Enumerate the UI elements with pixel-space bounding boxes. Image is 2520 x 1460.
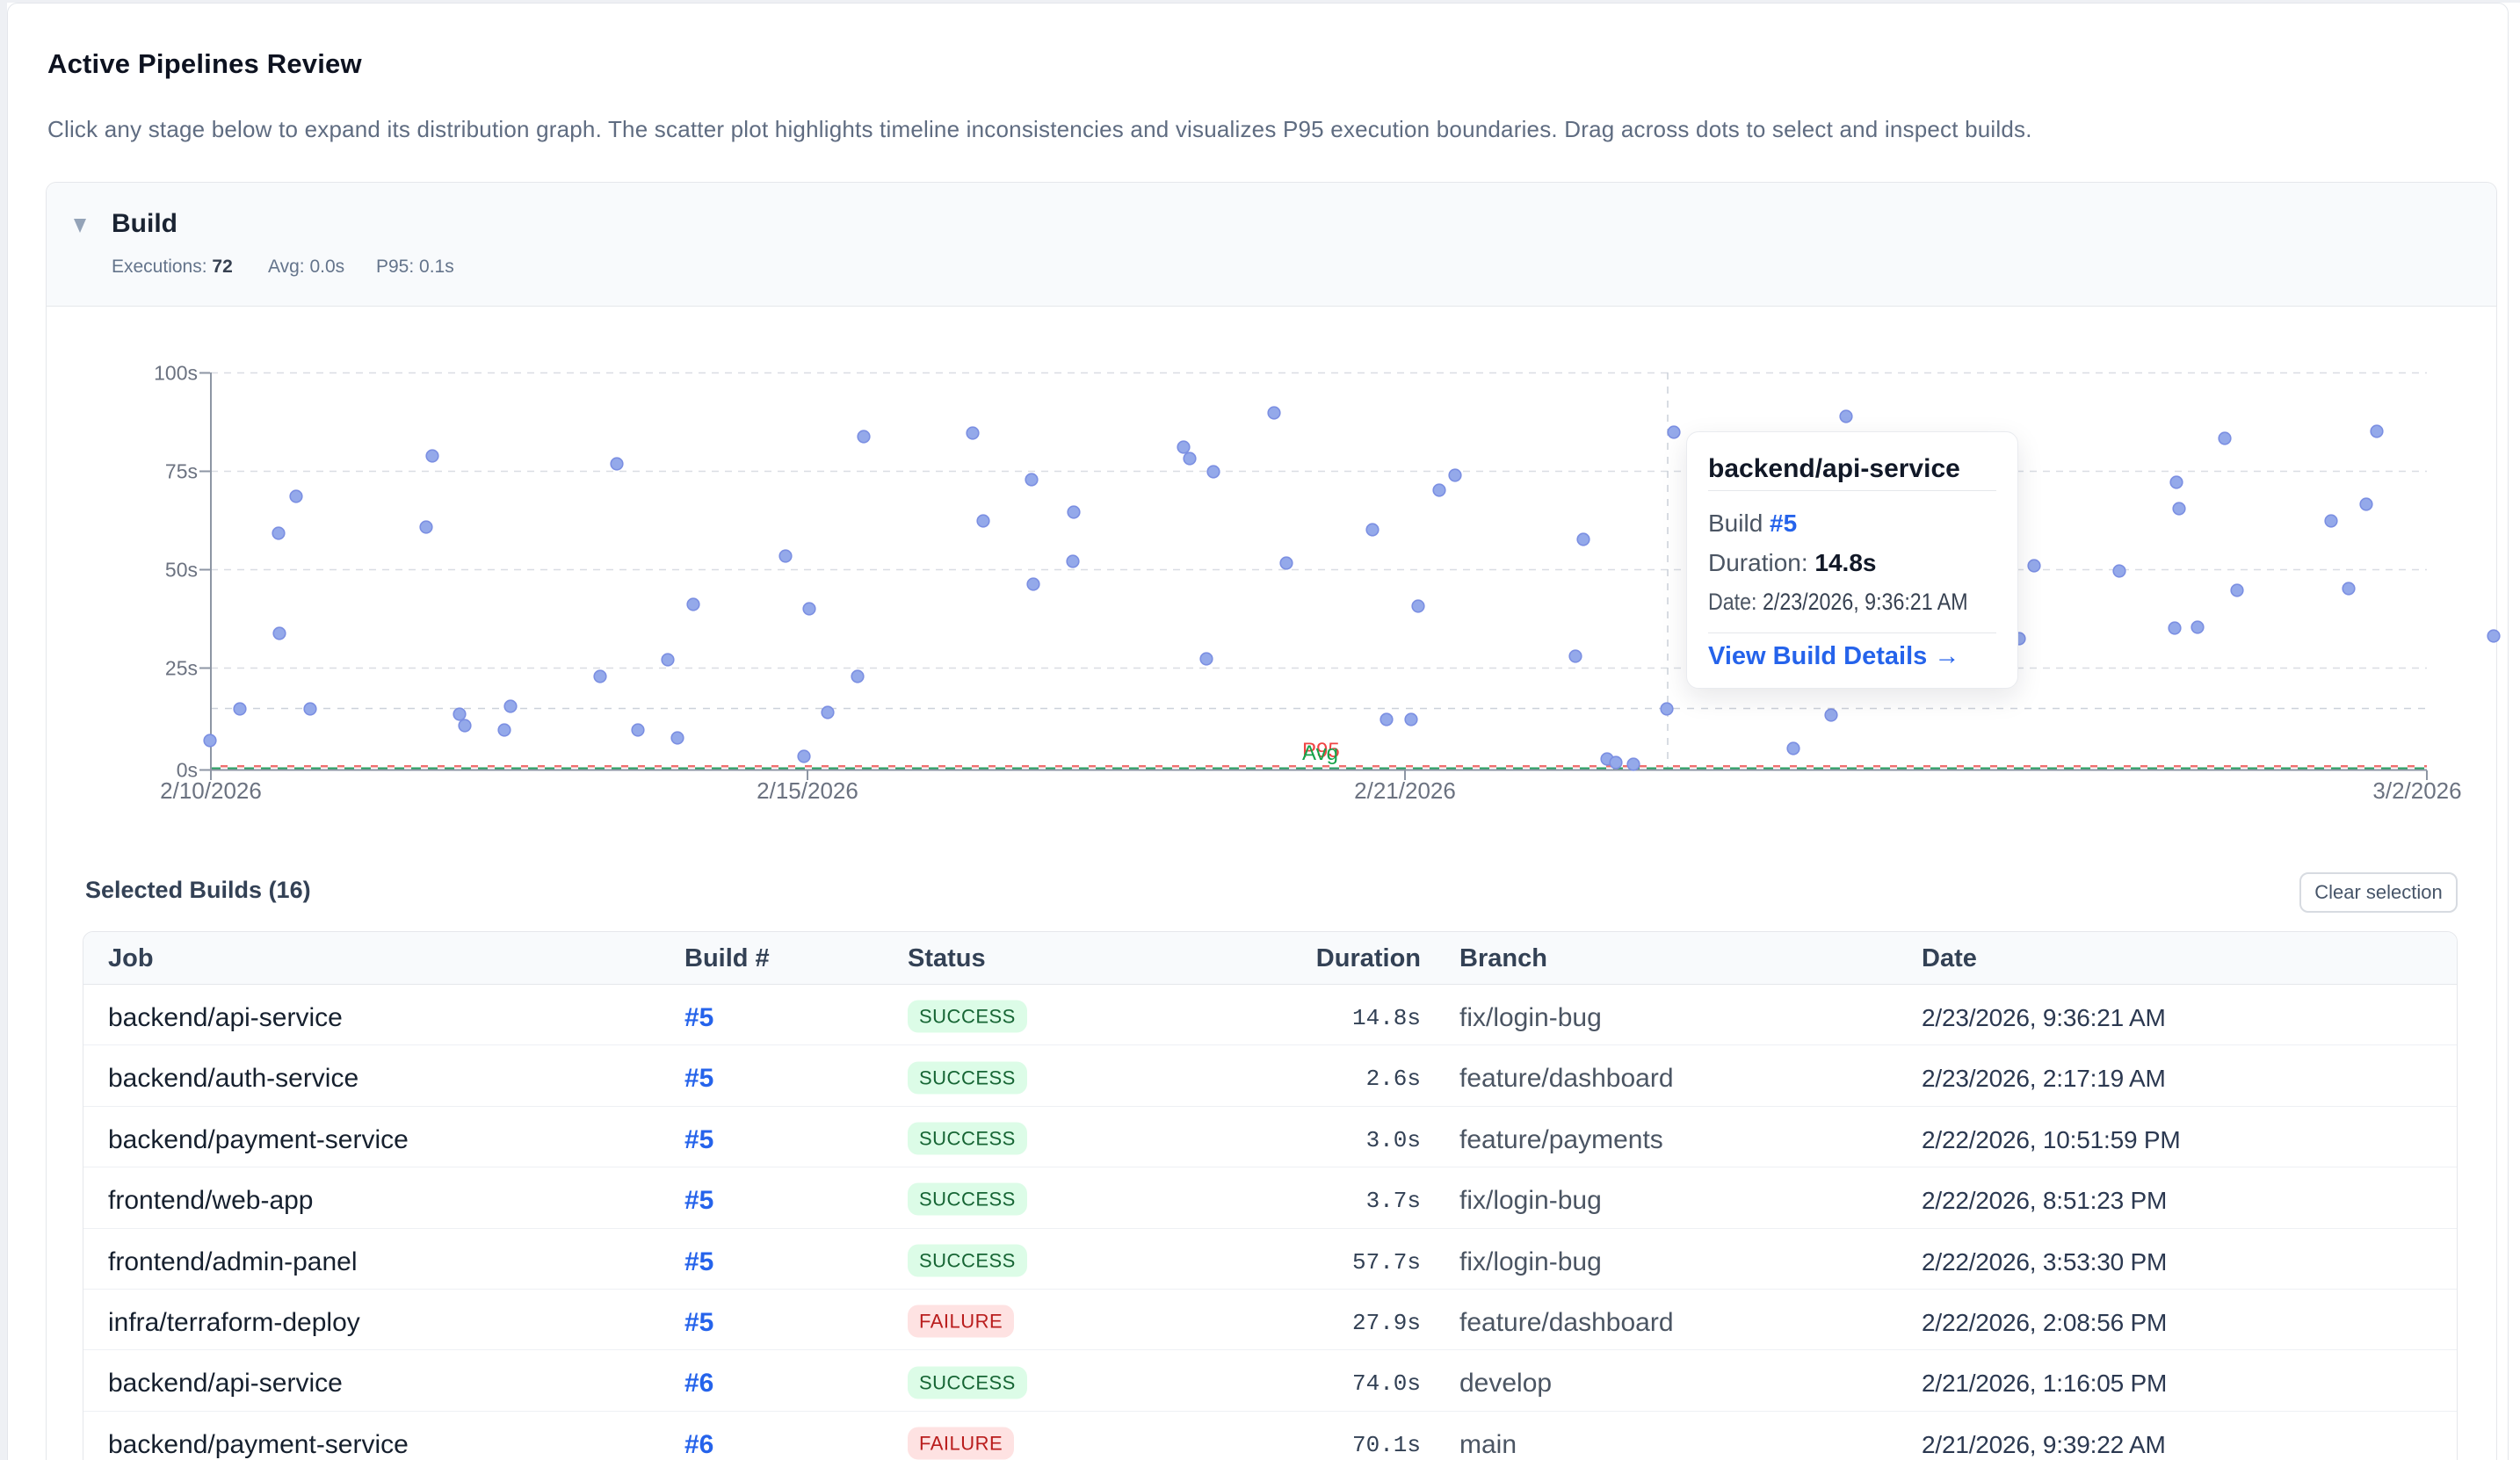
svg-text:2/21/2026: 2/21/2026: [1354, 777, 1456, 804]
svg-text:25s: 25s: [165, 657, 198, 680]
svg-text:3/2/2026: 3/2/2026: [2372, 777, 2461, 804]
svg-text:75s: 75s: [165, 460, 198, 483]
svg-text:2/10/2026: 2/10/2026: [160, 777, 262, 804]
svg-text:100s: 100s: [154, 362, 198, 385]
svg-text:50s: 50s: [165, 559, 198, 582]
svg-text:Avg: Avg: [1302, 741, 1338, 765]
svg-text:2/15/2026: 2/15/2026: [757, 777, 858, 804]
